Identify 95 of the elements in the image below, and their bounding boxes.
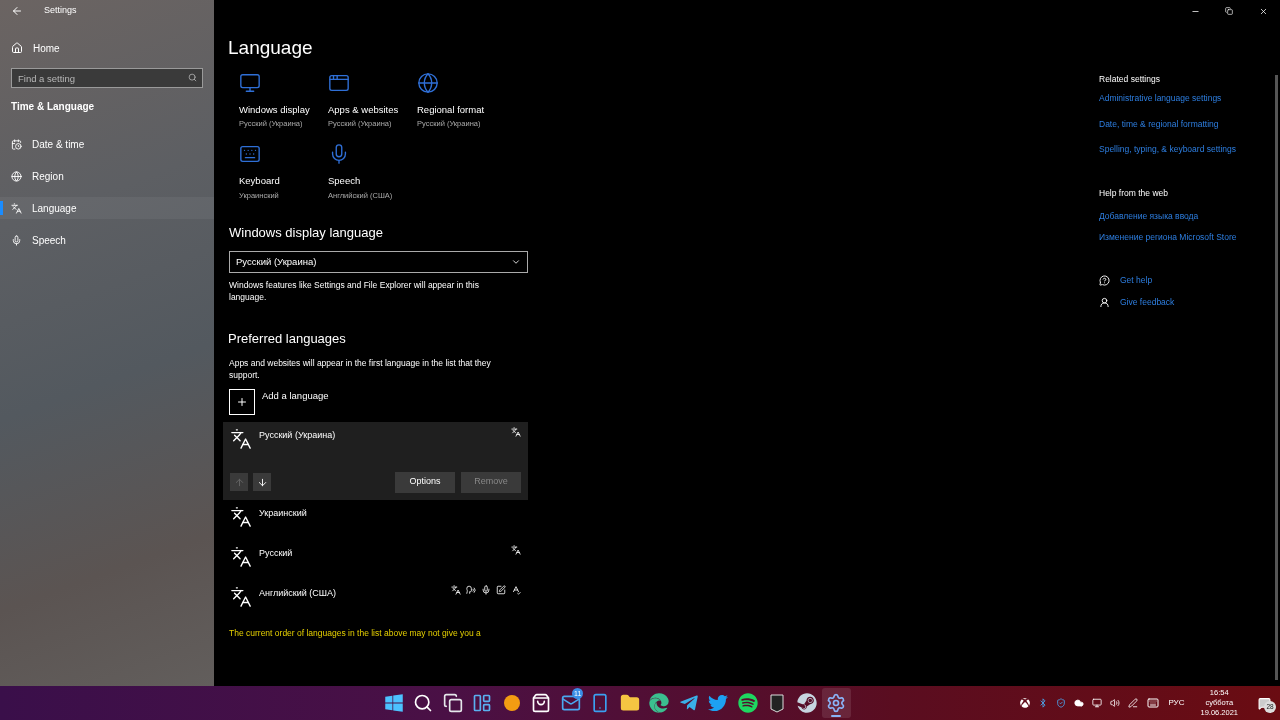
tile-label: Keyboard (239, 174, 280, 189)
related-link[interactable]: Administrative language settings (1099, 91, 1270, 105)
language-name: Русский (Украина) (259, 428, 337, 442)
language-item[interactable]: Украинский (223, 499, 528, 540)
store-icon (531, 693, 552, 713)
language-icon (230, 505, 252, 528)
close-icon (1258, 6, 1268, 16)
bird-icon (708, 693, 729, 713)
speaking-icon (466, 584, 476, 595)
plus-icon (236, 395, 248, 408)
language-icon (511, 544, 521, 555)
spell-check-icon (511, 584, 521, 595)
support-link[interactable]: Give feedback (1099, 296, 1270, 309)
tile-label: Speech (328, 174, 361, 189)
language-icon (230, 545, 252, 568)
shield-icon (1056, 698, 1067, 708)
language-item[interactable]: Русский (Украина) Options Remove (223, 421, 528, 500)
paper-plane-icon (678, 693, 699, 713)
related-settings-heading: Related settings (1099, 73, 1161, 86)
windows-icon (383, 693, 404, 713)
tile-label: Regional format (417, 103, 485, 117)
help-heading: Help from the web (1099, 187, 1169, 200)
input-language[interactable]: РУС (1168, 697, 1185, 709)
language-name: Русский (259, 546, 294, 560)
cloud-icon (1074, 698, 1085, 708)
display-language-note: Windows features like Settings and File Explorer will appear in this language. (228, 279, 480, 303)
pen-icon (1128, 698, 1139, 708)
volume-icon (1110, 698, 1121, 708)
keyboard-icon (1146, 697, 1161, 709)
sidebar-item[interactable]: Speech (0, 229, 214, 251)
preferred-note: Apps and websites will appear in the first language in the list that they support. (228, 356, 492, 381)
search-icon (188, 73, 197, 82)
language-icon (230, 427, 252, 450)
home-icon (11, 42, 23, 54)
language-icon (230, 585, 252, 608)
help-link[interactable]: Добавление языка ввода (1099, 209, 1270, 223)
language-icon (11, 202, 22, 214)
microphone-icon (481, 584, 491, 595)
related-link[interactable]: Spelling, typing, & keyboard settings (1099, 143, 1270, 156)
network-icon (1092, 698, 1103, 708)
page-title: Language (228, 36, 314, 60)
sidebar-item[interactable]: Date & time (0, 133, 214, 155)
bluetooth-icon (1038, 698, 1049, 708)
restore-icon (1225, 7, 1233, 15)
language-item[interactable]: Русский (223, 539, 528, 580)
xbox-icon (1020, 698, 1031, 708)
options-button[interactable]: Options (395, 471, 455, 493)
language-name: Английский (США) (259, 586, 338, 600)
language-icon (451, 584, 461, 595)
language-item[interactable]: Английский (США) (223, 579, 528, 620)
section-heading: Preferred languages (228, 330, 347, 348)
steam-icon (796, 693, 817, 713)
gear-icon (826, 693, 847, 713)
task-view-icon (442, 693, 463, 713)
home-nav-item[interactable]: Home (0, 37, 214, 59)
language-name: Украинский (259, 506, 308, 520)
tile-label: Apps & websites (328, 103, 399, 117)
back-icon (11, 5, 23, 17)
add-language-button[interactable]: Add a language (229, 388, 544, 415)
related-link[interactable]: Date, time & regional formatting (1099, 117, 1270, 131)
mail-icon (560, 693, 581, 713)
active-indicator (831, 715, 842, 717)
section-heading: Time & Language (10, 100, 96, 114)
microphone-icon (11, 234, 22, 246)
calendar-icon (11, 138, 22, 150)
folder-icon (619, 693, 640, 713)
globe-icon (11, 170, 22, 182)
help-link[interactable]: Изменение региона Microsoft Store (1099, 230, 1270, 244)
display-language-dropdown[interactable]: Русский (Украина) (229, 251, 528, 273)
chevron-down-icon (511, 257, 521, 267)
move-down-button[interactable] (253, 473, 271, 491)
support-link[interactable]: Get help (1099, 274, 1270, 287)
warning-text: The current order of languages in the list above may not give you a (228, 626, 482, 640)
arrow-up-icon (233, 476, 245, 488)
laptop-icon (239, 72, 261, 94)
sidebar-item[interactable]: Language (0, 197, 214, 219)
pen-icon (496, 584, 506, 595)
sidebar-item[interactable]: Region (0, 165, 214, 187)
search-field[interactable]: Find a setting (11, 68, 203, 88)
feedback-icon (1099, 296, 1110, 308)
selection-indicator (0, 201, 3, 215)
language-icon (511, 426, 521, 437)
back-button[interactable] (10, 4, 24, 18)
edge-icon (649, 693, 670, 713)
section-heading: Windows display language (228, 223, 384, 242)
help-icon (1099, 275, 1110, 287)
circle-app-icon (501, 693, 522, 713)
arrow-down-icon (256, 476, 268, 488)
globe-icon (417, 72, 439, 94)
spotify-icon (737, 693, 758, 713)
window-icon (328, 72, 350, 94)
window-title: Settings (44, 4, 77, 18)
widgets-icon (472, 693, 493, 713)
tile-label: Windows display (239, 103, 310, 117)
search-icon (413, 693, 434, 713)
